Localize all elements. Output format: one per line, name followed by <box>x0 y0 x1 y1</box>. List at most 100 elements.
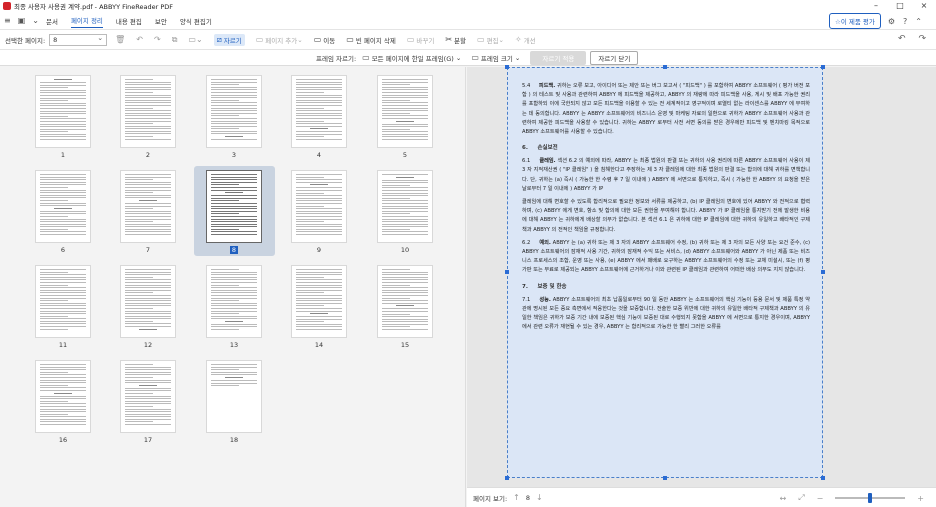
thumbnail-page-preview <box>291 265 347 338</box>
thumbnail-page-preview <box>291 170 347 243</box>
minimize-icon[interactable]: – <box>864 0 888 12</box>
thumbnail-page-number: 4 <box>316 151 322 159</box>
menu-item-document[interactable]: 문서 <box>46 14 58 28</box>
document-paragraph: 6.1 클레임. 섹션 6.2 의 예외에 따라, ABBYY 는 최종 법원의… <box>522 158 810 192</box>
edit-button[interactable]: ▭ 편집 ⌄ <box>477 35 504 45</box>
page-thumbnail[interactable]: 3 <box>206 75 262 159</box>
close-crop-button[interactable]: 자르기 닫기 <box>590 50 639 65</box>
app-logo-icon <box>3 2 11 10</box>
page-thumbnail[interactable]: 16 <box>35 360 91 444</box>
crop-handle[interactable] <box>505 270 509 274</box>
page-thumbnail[interactable]: 14 <box>291 265 347 349</box>
rate-product-button[interactable]: ☆이 제품 평가 <box>829 13 881 29</box>
menu-item-form-editor[interactable]: 양식 편집기 <box>180 14 212 28</box>
improve-button[interactable]: ✧ 개선 <box>515 35 536 45</box>
move-icon: ▭ <box>313 35 322 44</box>
thumbnail-page-preview <box>206 360 262 433</box>
same-frame-all-pages-dropdown[interactable]: ▭ 모든 페이지에 한일 프레임(G) ⌄ <box>362 53 461 63</box>
crop-handle[interactable] <box>821 476 825 480</box>
thumbnail-page-preview <box>120 170 176 243</box>
window-controls: – □ × <box>864 0 936 12</box>
page-down-icon[interactable]: ↓ <box>536 493 543 502</box>
chevron-up-icon[interactable]: ⌃ <box>915 17 922 26</box>
add-page-button[interactable]: ▭ 페이지 추가 ⌄ <box>256 35 303 45</box>
page-thumbnail[interactable]: 1 <box>35 75 91 159</box>
menu-item-organize-pages[interactable]: 페이지 정리 <box>70 13 103 28</box>
split-button[interactable]: ✂ 분할 <box>445 35 466 45</box>
gear-icon[interactable]: ⚙ <box>888 17 895 26</box>
page-view-label: 페이지 보기: <box>473 494 508 503</box>
image-icon[interactable]: ⧉ <box>172 35 178 45</box>
undo-icon[interactable]: ↶ <box>898 34 906 44</box>
redo-icon[interactable]: ↷ <box>918 34 926 44</box>
page-thumbnail[interactable]: 15 <box>377 265 433 349</box>
thumbnail-page-preview <box>291 75 347 148</box>
page-thumbnail[interactable]: 7 <box>120 170 176 254</box>
crop-handle[interactable] <box>821 65 825 69</box>
thumbnail-page-number: 14 <box>314 341 324 349</box>
scissors-icon: ✂ <box>445 35 453 44</box>
page-thumbnail[interactable]: 5 <box>377 75 433 159</box>
frame-crop-label: 프레임 자르기: <box>316 54 357 63</box>
menu-bar: ≡ ▣ ⌄ 문서 페이지 정리 내용 편집 보안 양식 편집기 ☆이 제품 평가… <box>0 12 936 29</box>
page-thumbnail[interactable]: 2 <box>120 75 176 159</box>
replace-icon: ▭ <box>406 35 415 44</box>
zoom-slider-knob[interactable] <box>868 493 873 503</box>
page-crop-frame[interactable]: 5.4 피드백. 귀하는 오류 보고, 아이디어 또는 제안 또는 버그 보고서… <box>507 67 823 478</box>
page-thumbnail[interactable]: 12 <box>120 265 176 349</box>
save-icon[interactable]: ▣ <box>18 16 26 25</box>
page-up-icon[interactable]: ↑ <box>513 493 520 502</box>
move-button[interactable]: ▭ 이동 <box>314 35 336 45</box>
crop-handle[interactable] <box>663 476 667 480</box>
zoom-out-icon[interactable]: − <box>817 494 824 503</box>
fit-page-icon[interactable]: ⤢ <box>798 493 804 503</box>
page-options-icon[interactable]: ▭⌄ <box>188 35 202 44</box>
menu-item-edit-content[interactable]: 내용 편집 <box>116 14 142 28</box>
maximize-icon[interactable]: □ <box>888 0 912 12</box>
chevron-down-icon[interactable]: ⌄ <box>32 16 39 25</box>
zoom-slider[interactable] <box>835 493 906 503</box>
thumbnail-page-preview <box>377 75 433 148</box>
thumbnail-page-number: 18 <box>229 436 239 444</box>
crop-handle[interactable] <box>821 270 825 274</box>
menu-item-security[interactable]: 보안 <box>155 14 167 28</box>
crop-handle[interactable] <box>505 476 509 480</box>
document-paragraph: 6.2 예외. ABBYY 는 (a) 귀하 또는 제 3 자의 ABBYY 소… <box>522 239 811 274</box>
frame-size-dropdown[interactable]: ▭ 프레임 크기 ⌄ <box>471 53 520 63</box>
thumbnail-page-number: 12 <box>143 341 153 349</box>
zoom-in-icon[interactable]: + <box>917 494 924 503</box>
add-page-icon: ▭ <box>255 35 264 44</box>
add-page-label: 페이지 추가 <box>265 36 298 45</box>
page-thumbnail[interactable]: 9 <box>291 170 347 254</box>
page-thumbnail[interactable]: 6 <box>35 170 91 254</box>
thumbnail-page-number: 16 <box>58 436 68 444</box>
rotate-right-icon[interactable]: ↷ <box>154 35 161 44</box>
crop-handle[interactable] <box>505 65 509 69</box>
trash-icon[interactable]: 🗑 <box>115 35 125 44</box>
thumbnail-page-number: 3 <box>231 151 237 159</box>
page-thumbnail[interactable]: 17 <box>120 360 176 444</box>
document-view[interactable]: 5.4 피드백. 귀하는 오류 보고, 아이디어 또는 제안 또는 버그 보고서… <box>467 65 936 487</box>
crop-button[interactable]: ⧄ 자르기 <box>213 33 245 46</box>
replace-button[interactable]: ▭ 바꾸기 <box>407 35 435 45</box>
apply-crop-button[interactable]: 자르기 적용 <box>530 50 587 65</box>
page-thumbnail[interactable]: 11 <box>35 265 91 349</box>
page-thumbnail[interactable]: 8 <box>206 170 262 254</box>
help-icon[interactable]: ? <box>903 17 907 26</box>
selected-pages-input[interactable]: 8 <box>49 33 108 46</box>
current-page-input[interactable]: 8 <box>526 494 530 502</box>
title-bar: 최종 사용자 사용권 계약.pdf - ABBYY FineReader PDF… <box>0 0 936 12</box>
delete-blank-pages-button[interactable]: ▭ 빈 페이지 삭제 <box>346 35 396 45</box>
crop-handle[interactable] <box>663 65 667 69</box>
rotate-left-icon[interactable]: ↶ <box>136 35 143 44</box>
page-thumbnail[interactable]: 13 <box>206 265 262 349</box>
document-paragraph: 7.1 성능. ABBYY 소프트웨어의 최초 납품일로부터 90 일 동안 A… <box>522 296 810 331</box>
close-icon[interactable]: × <box>912 0 936 12</box>
page-thumbnail[interactable]: 10 <box>377 170 433 254</box>
hamburger-menu-icon[interactable]: ≡ <box>4 16 11 25</box>
page-thumbnail[interactable]: 18 <box>206 360 262 444</box>
page-thumbnail[interactable]: 4 <box>291 75 347 159</box>
fit-width-icon[interactable]: ↔ <box>779 494 786 503</box>
window-title: 최종 사용자 사용권 계약.pdf - ABBYY FineReader PDF <box>14 3 174 11</box>
thumbnails-panel[interactable]: 1 2 3 4 5 6 7 8 9 10 11 12 13 14 15 16 17 18 <box>0 67 466 507</box>
